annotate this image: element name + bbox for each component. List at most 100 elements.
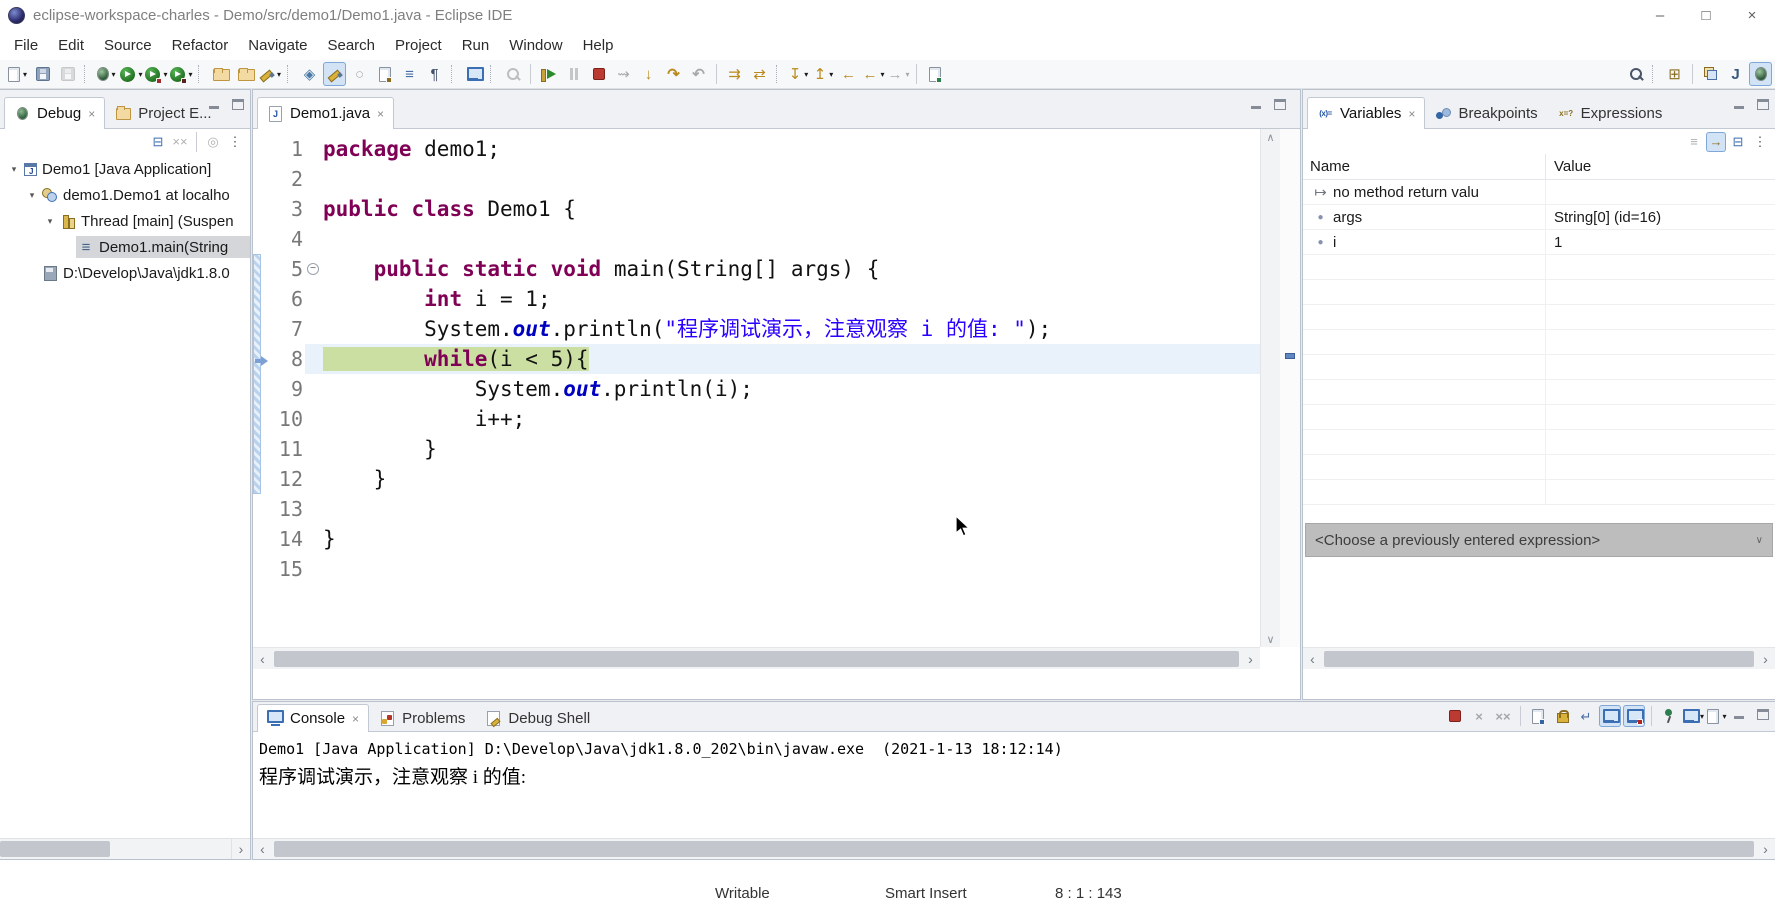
line-number[interactable]: 13 [269,494,305,524]
perspective-java-icon[interactable]: J [1724,62,1747,86]
console-hscrollbar[interactable]: ‹ › [253,838,1775,859]
new-wizard-icon[interactable]: ▾ [6,62,29,86]
code-line-13[interactable]: 13 [253,494,1260,524]
search-disabled-icon[interactable] [501,62,524,86]
tab-demo1-java[interactable]: Demo1.java× [257,97,394,129]
tree-item[interactable]: ▾Thread [main] (Suspen [0,208,250,234]
menu-source[interactable]: Source [94,32,162,58]
tree-item[interactable]: Demo1.main(String [0,234,250,260]
tree-item[interactable]: ▾demo1.Demo1 at localho [0,182,250,208]
menu-window[interactable]: Window [499,32,572,58]
save-icon[interactable] [31,62,54,86]
code-line-12[interactable]: 12 } [253,464,1260,494]
code-line-6[interactable]: 6 int i = 1; [253,284,1260,314]
variables-hscrollbar[interactable]: ‹ › [1303,647,1775,669]
expand-arrow-icon[interactable]: ▾ [6,164,22,175]
minimize-view-icon[interactable] [208,99,220,110]
collapse-all-icon[interactable]: ⊟ [148,132,168,152]
display-selected-console-icon[interactable]: ▾ [1682,705,1704,727]
remove-all-terminated-icon[interactable]: ×× [170,132,190,152]
code-line-1[interactable]: 1package demo1; [253,134,1260,164]
view-menu-icon[interactable]: ⋮ [1750,132,1770,152]
show-type-names-icon[interactable]: ≡ [1684,132,1704,152]
step-into-icon[interactable]: ↓ [637,62,660,86]
scroll-left-icon[interactable]: ‹ [1303,649,1322,669]
open-perspective-icon[interactable]: ⊞ [1663,62,1686,86]
resume-icon[interactable] [537,62,560,86]
terminate-icon[interactable] [587,62,610,86]
perspective-resource-icon[interactable] [1699,62,1722,86]
line-number[interactable]: 15 [269,554,305,584]
debug-icon[interactable]: ▾ [95,62,118,86]
tab-debug[interactable]: Debug× [4,97,105,129]
code-line-2[interactable]: 2 [253,164,1260,194]
variable-row[interactable]: ↦no method return valu [1303,180,1775,205]
code-line-5[interactable]: 5− public static void main(String[] args… [253,254,1260,284]
menu-search[interactable]: Search [317,32,385,58]
line-number[interactable]: 5 [269,254,305,284]
editor-vscrollbar[interactable]: ∧ ∨ [1260,129,1280,647]
line-number[interactable]: 2 [269,164,305,194]
menu-refactor[interactable]: Refactor [162,32,239,58]
show-view-list-icon[interactable]: ≡ [398,62,421,86]
line-number[interactable]: 11 [269,434,305,464]
close-icon[interactable]: × [352,712,359,726]
variable-row[interactable]: ●i1 [1303,230,1775,255]
show-on-stderr-icon[interactable] [1623,705,1645,727]
tab-console[interactable]: Console× [257,704,369,732]
menu-edit[interactable]: Edit [48,32,94,58]
collapse-all-icon[interactable]: ⊟ [1728,132,1748,152]
externalize-strings-icon[interactable] [373,62,396,86]
minimize-editor-icon[interactable] [1250,99,1262,110]
code-line-14[interactable]: 14} [253,524,1260,554]
line-number[interactable]: 3 [269,194,305,224]
menu-run[interactable]: Run [452,32,500,58]
scrollbar-thumb[interactable] [274,651,1239,667]
maximize-view-icon[interactable] [232,99,244,110]
expression-history-dropdown[interactable]: <Choose a previously entered expression>… [1305,523,1773,557]
step-return-icon[interactable]: ↶ [687,62,710,86]
open-console-icon[interactable] [462,62,485,86]
scrollbar-thumb[interactable] [1324,651,1754,667]
maximize-view-icon[interactable] [1757,99,1769,110]
tab-project-e-[interactable]: Project E... [105,98,221,128]
pin-editor-icon[interactable] [923,62,946,86]
save-all-icon[interactable] [56,62,79,86]
code-line-15[interactable]: 15 [253,554,1260,584]
maximize-editor-icon[interactable] [1274,99,1286,110]
open-run-config-icon[interactable] [234,62,257,86]
run-external-icon[interactable]: ▾ [170,62,193,86]
close-icon[interactable]: × [377,107,384,121]
use-step-filters-icon[interactable]: ⇄ [748,62,771,86]
window-close-button[interactable]: × [1729,0,1775,30]
remove-all-terminated-icon[interactable]: ×× [1492,705,1514,727]
line-number[interactable]: 1 [269,134,305,164]
line-number[interactable]: 8 [269,344,305,374]
menu-file[interactable]: File [4,32,48,58]
tab-expressions[interactable]: Expressions [1548,98,1673,128]
minimize-view-icon[interactable] [1733,709,1745,720]
line-number[interactable]: 7 [269,314,305,344]
back-icon[interactable]: ←▾ [862,62,885,86]
scrollbar-thumb[interactable] [0,841,110,857]
scroll-right-icon[interactable]: › [1756,649,1775,669]
code-line-11[interactable]: 11 } [253,434,1260,464]
overview-ruler-marker[interactable] [1285,353,1295,359]
code-line-7[interactable]: 7 System.out.println("程序调试演示，注意观察 i 的值: … [253,314,1260,344]
open-type-icon[interactable]: ◈ [298,62,321,86]
disconnect-icon[interactable]: ⇝ [612,62,635,86]
close-icon[interactable]: × [88,107,95,121]
show-on-stdout-icon[interactable] [1599,705,1621,727]
code-line-10[interactable]: 10 i++; [253,404,1260,434]
expand-arrow-icon[interactable]: ▾ [24,190,40,201]
variable-row[interactable]: ●argsString[0] (id=16) [1303,205,1775,230]
annotations-icon[interactable]: ▾ [259,62,282,86]
scroll-up-icon[interactable]: ∧ [1266,129,1274,145]
extract-up-icon[interactable]: ↥▾ [812,62,835,86]
coverage-icon[interactable]: ▾ [145,62,168,86]
show-logical-structures-icon[interactable]: → [1706,132,1726,152]
line-number[interactable]: 12 [269,464,305,494]
minimize-view-icon[interactable] [1733,99,1745,110]
word-wrap-icon[interactable]: ↵ [1575,705,1597,727]
code-line-9[interactable]: 9 System.out.println(i); [253,374,1260,404]
